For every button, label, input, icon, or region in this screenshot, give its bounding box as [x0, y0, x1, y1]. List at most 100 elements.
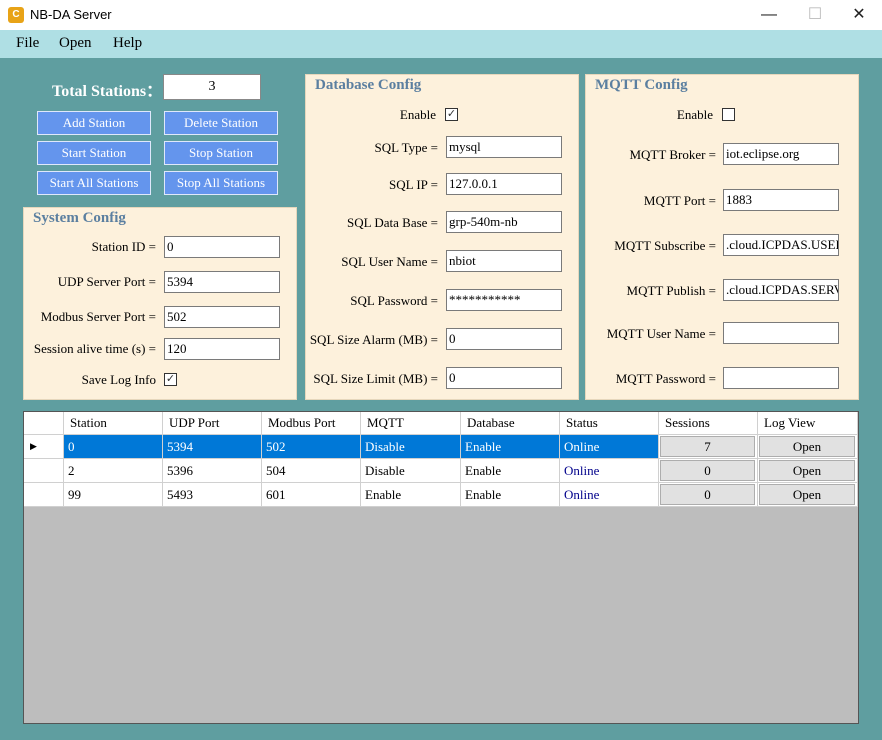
app-icon: C: [8, 7, 24, 23]
save-log-checkbox[interactable]: ✓: [164, 373, 177, 386]
column-header-mqtt[interactable]: MQTT: [361, 412, 461, 435]
sql-size-limit-input[interactable]: 0: [446, 367, 562, 389]
row-header-current[interactable]: ▶: [24, 435, 64, 459]
cell-log-view[interactable]: Open: [758, 435, 858, 459]
total-stations-label: Total Stations：: [52, 83, 163, 100]
delete-station-button[interactable]: Delete Station: [164, 111, 278, 135]
row-header[interactable]: [24, 459, 64, 483]
cell-station[interactable]: 0: [64, 435, 163, 459]
cell-mqtt[interactable]: Disable: [361, 435, 461, 459]
db-enable-checkbox[interactable]: ✓: [445, 108, 458, 121]
column-header-station[interactable]: Station: [64, 412, 163, 435]
column-header-sessions[interactable]: Sessions: [659, 412, 758, 435]
system-config-panel: System Config Station ID = 0 UDP Server …: [23, 207, 297, 400]
mqtt-username-label: MQTT User Name =: [606, 326, 716, 341]
system-config-title: System Config: [33, 210, 126, 226]
database-config-title: Database Config: [315, 77, 422, 93]
open-log-button[interactable]: Open: [759, 460, 855, 481]
modbus-port-input[interactable]: 502: [164, 306, 280, 328]
session-alive-label: Session alive time (s) =: [33, 341, 156, 356]
cell-database[interactable]: Enable: [461, 483, 560, 507]
mqtt-username-input[interactable]: [723, 322, 839, 344]
table-row[interactable]: 99 5493 601 Enable Enable Online 0 Open: [24, 483, 858, 507]
cell-modbus-port[interactable]: 601: [262, 483, 361, 507]
cell-log-view[interactable]: Open: [758, 459, 858, 483]
mqtt-password-input[interactable]: [723, 367, 839, 389]
grid-header: Station UDP Port Modbus Port MQTT Databa…: [24, 412, 858, 435]
mqtt-publish-label: MQTT Publish =: [626, 283, 716, 298]
sql-size-alarm-label: SQL Size Alarm (MB) =: [309, 332, 438, 347]
maximize-button[interactable]: ☐: [792, 0, 838, 30]
column-header-log-view[interactable]: Log View: [758, 412, 858, 435]
start-all-stations-button[interactable]: Start All Stations: [37, 171, 151, 195]
cell-modbus-port[interactable]: 504: [262, 459, 361, 483]
minimize-button[interactable]: —: [746, 0, 792, 30]
sql-size-alarm-input[interactable]: 0: [446, 328, 562, 350]
mqtt-enable-label: Enable: [676, 107, 713, 122]
mqtt-subscribe-label: MQTT Subscribe =: [614, 238, 716, 253]
sessions-button[interactable]: 0: [660, 460, 755, 481]
udp-port-input[interactable]: 5394: [164, 271, 280, 293]
column-header-modbus-port[interactable]: Modbus Port: [262, 412, 361, 435]
save-log-label: Save Log Info: [81, 372, 156, 387]
column-header-database[interactable]: Database: [461, 412, 560, 435]
sql-type-input[interactable]: mysql: [446, 136, 562, 158]
stations-grid: Station UDP Port Modbus Port MQTT Databa…: [23, 411, 859, 724]
cell-database[interactable]: Enable: [461, 459, 560, 483]
cell-status[interactable]: Online: [560, 459, 659, 483]
stop-station-button[interactable]: Stop Station: [164, 141, 278, 165]
station-id-input[interactable]: 0: [164, 236, 280, 258]
cell-sessions[interactable]: 7: [659, 435, 758, 459]
start-station-button[interactable]: Start Station: [37, 141, 151, 165]
menu-bar: File Open Help: [0, 30, 882, 58]
cell-modbus-port[interactable]: 502: [262, 435, 361, 459]
close-button[interactable]: ✕: [836, 0, 882, 30]
open-log-button[interactable]: Open: [759, 436, 855, 457]
mqtt-port-label: MQTT Port =: [643, 193, 716, 208]
mqtt-subscribe-input[interactable]: .cloud.ICPDAS.USEI: [723, 234, 839, 256]
column-header-udp-port[interactable]: UDP Port: [163, 412, 262, 435]
cell-station[interactable]: 2: [64, 459, 163, 483]
mqtt-config-title: MQTT Config: [595, 77, 688, 93]
open-log-button[interactable]: Open: [759, 484, 855, 505]
sql-database-label: SQL Data Base =: [347, 215, 438, 230]
station-id-label: Station ID =: [91, 239, 156, 254]
cell-udp-port[interactable]: 5396: [163, 459, 262, 483]
cell-log-view[interactable]: Open: [758, 483, 858, 507]
sessions-button[interactable]: 0: [660, 484, 755, 505]
sessions-button[interactable]: 7: [660, 436, 755, 457]
mqtt-broker-input[interactable]: iot.eclipse.org: [723, 143, 839, 165]
session-alive-input[interactable]: 120: [164, 338, 280, 360]
mqtt-port-input[interactable]: 1883: [723, 189, 839, 211]
table-row[interactable]: ▶ 0 5394 502 Disable Enable Online 7 Ope…: [24, 435, 858, 459]
row-header[interactable]: [24, 483, 64, 507]
menu-help[interactable]: Help: [113, 35, 142, 52]
sql-ip-input[interactable]: 127.0.0.1: [446, 173, 562, 195]
mqtt-enable-checkbox[interactable]: [722, 108, 735, 121]
cell-mqtt[interactable]: Disable: [361, 459, 461, 483]
cell-mqtt[interactable]: Enable: [361, 483, 461, 507]
table-row[interactable]: 2 5396 504 Disable Enable Online 0 Open: [24, 459, 858, 483]
window-title: NB-DA Server: [30, 7, 112, 22]
menu-file[interactable]: File: [16, 35, 39, 52]
add-station-button[interactable]: Add Station: [37, 111, 151, 135]
cell-sessions[interactable]: 0: [659, 483, 758, 507]
cell-status[interactable]: Online: [560, 483, 659, 507]
sql-user-input[interactable]: nbiot: [446, 250, 562, 272]
cell-udp-port[interactable]: 5394: [163, 435, 262, 459]
cell-status[interactable]: Online: [560, 435, 659, 459]
mqtt-publish-input[interactable]: .cloud.ICPDAS.SERV: [723, 279, 839, 301]
cell-database[interactable]: Enable: [461, 435, 560, 459]
menu-open[interactable]: Open: [59, 35, 92, 52]
stop-all-stations-button[interactable]: Stop All Stations: [164, 171, 278, 195]
column-header-status[interactable]: Status: [560, 412, 659, 435]
cell-sessions[interactable]: 0: [659, 459, 758, 483]
cell-station[interactable]: 99: [64, 483, 163, 507]
mqtt-password-label: MQTT Password =: [615, 371, 716, 386]
cell-udp-port[interactable]: 5493: [163, 483, 262, 507]
sql-database-input[interactable]: grp-540m-nb: [446, 211, 562, 233]
grid-corner: [24, 412, 64, 435]
sql-password-input[interactable]: ***********: [446, 289, 562, 311]
database-config-panel: Database Config Enable ✓ SQL Type = mysq…: [305, 74, 579, 400]
sql-size-limit-label: SQL Size Limit (MB) =: [313, 371, 438, 386]
